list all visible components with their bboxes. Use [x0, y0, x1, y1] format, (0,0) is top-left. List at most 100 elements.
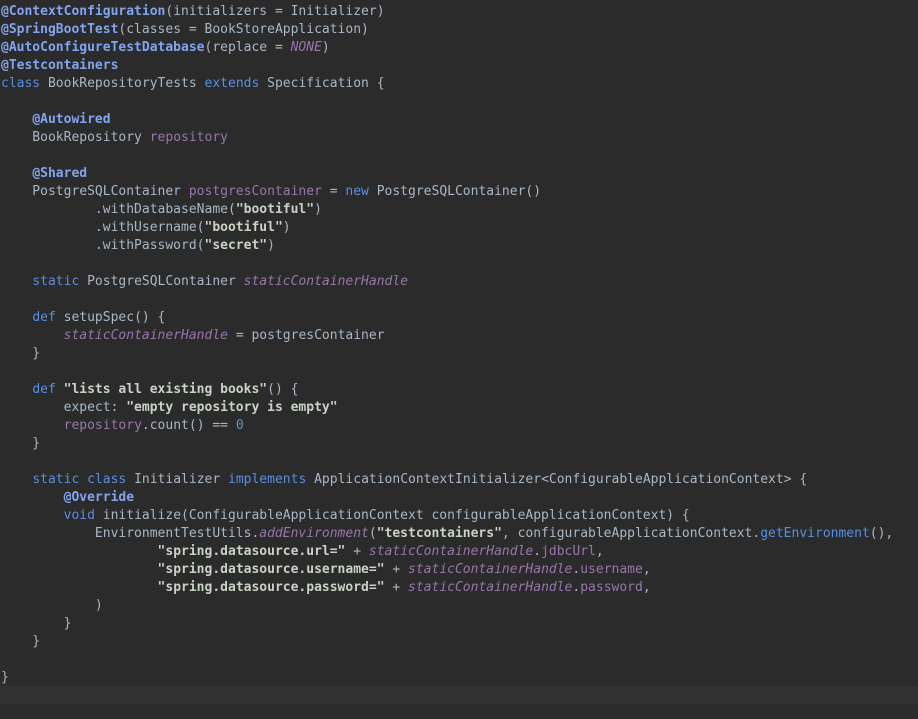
code-line[interactable]: )	[1, 597, 893, 615]
code-token: @Autowired	[32, 112, 111, 127]
code-token: staticContainerHandle	[408, 562, 573, 577]
code-token: .withDatabaseName(	[1, 202, 236, 217]
code-token: @AutoConfigureTestDatabase	[1, 40, 205, 55]
code-token: new	[345, 184, 369, 199]
code-line[interactable]: void initialize(ConfigurableApplicationC…	[1, 507, 893, 525]
code-token: "secret"	[204, 238, 268, 253]
code-line[interactable]: expect: "empty repository is empty"	[1, 399, 893, 417]
current-line-highlight	[0, 686, 918, 704]
code-token: def	[32, 382, 56, 397]
code-token: setupSpec() {	[55, 310, 166, 325]
code-token: static	[32, 472, 80, 487]
code-line[interactable]: }	[1, 633, 893, 651]
code-token: .count() ==	[141, 418, 236, 433]
code-line[interactable]: "spring.datasource.url=" + staticContain…	[1, 543, 893, 561]
code-line[interactable]: def setupSpec() {	[1, 309, 893, 327]
code-token: () {	[267, 382, 299, 397]
code-line[interactable]	[1, 453, 893, 471]
code-token: }	[1, 616, 72, 631]
code-token: (initializers = Initializer)	[165, 4, 385, 19]
code-token: ,	[595, 544, 604, 559]
code-token: +	[384, 562, 409, 577]
code-line[interactable]: static PostgreSQLContainer staticContain…	[1, 273, 893, 291]
code-token: BookRepositoryTests	[40, 76, 205, 91]
code-editor[interactable]: @ContextConfiguration(initializers = Ini…	[0, 0, 918, 719]
code-token: ApplicationContextInitializer<Configurab…	[306, 472, 808, 487]
code-line[interactable]: class BookRepositoryTests extends Specif…	[1, 75, 893, 93]
code-line[interactable]: @Testcontainers	[1, 57, 893, 75]
code-token: )	[1, 598, 103, 613]
code-line[interactable]: def "lists all existing books"() {	[1, 381, 893, 399]
code-token: @Testcontainers	[1, 58, 119, 73]
code-token: class	[87, 472, 127, 487]
code-line[interactable]: .withPassword("secret")	[1, 237, 893, 255]
code-line[interactable]: @Autowired	[1, 111, 893, 129]
code-line[interactable]: @Override	[1, 489, 893, 507]
code-token: }	[1, 346, 41, 361]
code-line[interactable]: @Shared	[1, 165, 893, 183]
code-token: =	[321, 184, 346, 199]
code-line[interactable]	[1, 147, 893, 165]
code-token: ,	[642, 562, 651, 577]
code-line[interactable]	[1, 651, 893, 669]
code-line[interactable]: }	[1, 435, 893, 453]
code-token: staticContainerHandle	[368, 544, 534, 559]
code-token: repository	[149, 130, 228, 145]
code-line[interactable]: }	[1, 615, 893, 633]
code-token: "spring.datasource.username="	[157, 562, 385, 577]
code-token: "bootiful"	[204, 220, 283, 235]
code-line[interactable]: }	[1, 345, 893, 363]
code-token: def	[32, 310, 56, 325]
code-token: void	[63, 508, 95, 523]
code-line[interactable]: staticContainerHandle = postgresContaine…	[1, 327, 893, 345]
code-line[interactable]: "spring.datasource.username=" + staticCo…	[1, 561, 893, 579]
code-line[interactable]: PostgreSQLContainer postgresContainer = …	[1, 183, 893, 201]
code-line[interactable]	[1, 93, 893, 111]
code-token: ,	[642, 580, 651, 595]
code-line[interactable]: }	[1, 669, 893, 687]
code-token: PostgreSQLContainer	[79, 274, 244, 289]
code-token: Initializer	[126, 472, 228, 487]
code-line[interactable]: @SpringBootTest(classes = BookStoreAppli…	[1, 21, 893, 39]
code-line[interactable]: "spring.datasource.password=" + staticCo…	[1, 579, 893, 597]
code-line[interactable]: @AutoConfigureTestDatabase(replace = NON…	[1, 39, 893, 57]
code-token: postgresContainer	[188, 184, 322, 199]
code-token: static	[32, 274, 80, 289]
code-token: extends	[204, 76, 260, 91]
code-token: username	[580, 562, 643, 577]
code-token: .withUsername(	[1, 220, 205, 235]
code-line[interactable]: .withUsername("bootiful")	[1, 219, 893, 237]
code-line[interactable]	[1, 291, 893, 309]
code-token: }	[1, 436, 41, 451]
code-line[interactable]: .withDatabaseName("bootiful")	[1, 201, 893, 219]
code-token: }	[1, 634, 41, 649]
code-token: staticContainerHandle	[63, 328, 228, 343]
code-token: 0	[235, 418, 244, 433]
code-line[interactable]: repository.count() == 0	[1, 417, 893, 435]
code-line[interactable]: BookRepository repository	[1, 129, 893, 147]
code-token: (replace =	[204, 40, 291, 55]
code-line[interactable]	[1, 255, 893, 273]
code-token: Specification {	[259, 76, 385, 91]
code-line[interactable]: static class Initializer implements Appl…	[1, 471, 893, 489]
code-token: (),	[869, 526, 894, 541]
code-area[interactable]: @ContextConfiguration(initializers = Ini…	[1, 3, 893, 687]
code-line[interactable]: EnvironmentTestUtils.addEnvironment("tes…	[1, 525, 893, 543]
code-line[interactable]	[1, 363, 893, 381]
code-token: "bootiful"	[235, 202, 315, 217]
code-token: PostgreSQLContainer()	[368, 184, 542, 199]
code-line[interactable]: @ContextConfiguration(initializers = Ini…	[1, 3, 893, 21]
code-token: )	[282, 220, 291, 235]
code-token: }	[1, 670, 9, 685]
code-token: (classes = BookStoreApplication)	[118, 22, 369, 37]
